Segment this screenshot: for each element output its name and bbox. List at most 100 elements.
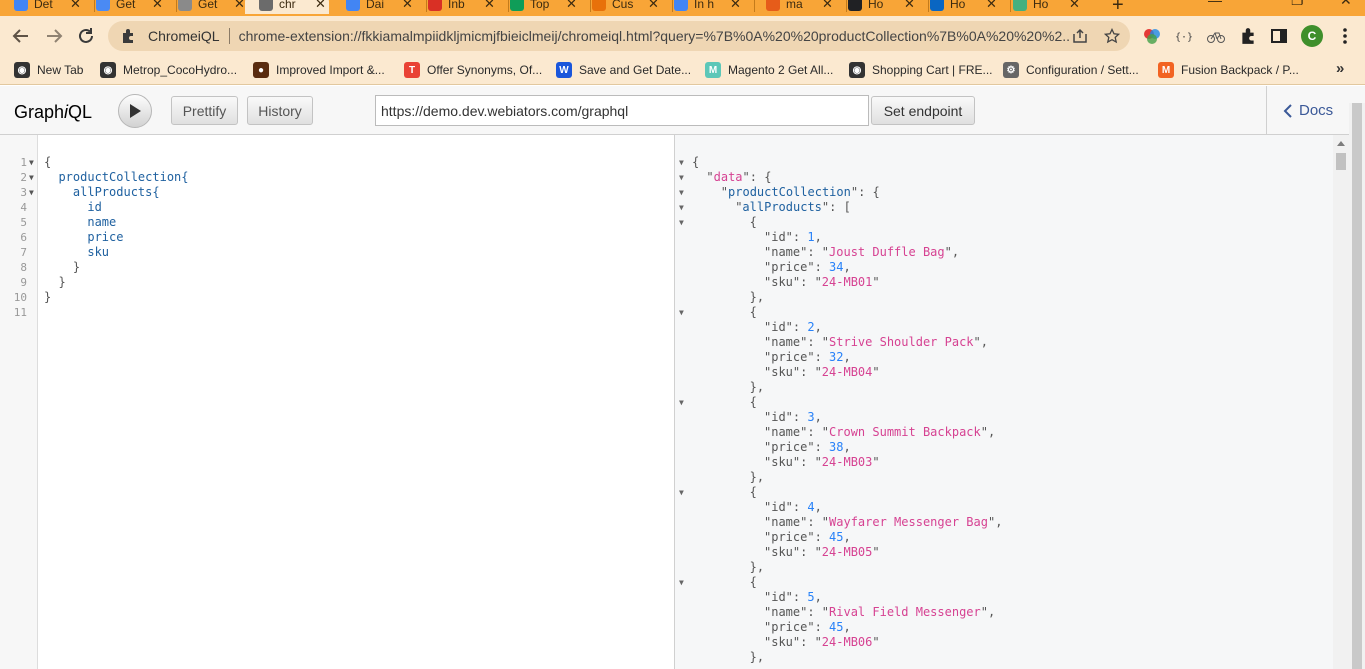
bookmark-item[interactable]: ◉ Metrop_CocoHydro... <box>100 61 237 79</box>
tab-close-icon[interactable]: ✕ <box>234 0 245 12</box>
browser-tab[interactable]: Ho ✕ <box>999 0 1083 14</box>
browser-tab[interactable]: ma ✕ <box>752 0 836 14</box>
restore-icon[interactable]: ❐ <box>1291 0 1304 9</box>
fold-arrow-icon[interactable]: ▼ <box>679 185 684 200</box>
bookmarks-bar: » ◉ New Tab ◉ Metrop_CocoHydro... ● Improved … <box>0 56 1365 85</box>
tab-favicon-icon <box>259 0 273 11</box>
bookmark-item[interactable]: ● Improved Import &... <box>253 61 385 79</box>
endpoint-input[interactable] <box>375 95 869 126</box>
bookmark-label: Magento 2 Get All... <box>728 63 834 77</box>
browser-tab[interactable]: Ho ✕ <box>916 0 1000 14</box>
bookmark-item[interactable]: ⚙ Configuration / Sett... <box>1003 61 1139 79</box>
bookmark-item[interactable]: ◉ New Tab <box>14 61 83 79</box>
bookmark-item[interactable]: ◉ Shopping Cart | FRE... <box>849 61 993 79</box>
result-line: "allProducts": [ <box>735 200 851 215</box>
scroll-up-icon[interactable] <box>1337 141 1345 146</box>
extensions-puzzle-icon[interactable] <box>1239 27 1257 45</box>
bookmark-star-icon[interactable] <box>1104 28 1120 44</box>
fold-arrow-icon[interactable]: ▼ <box>679 305 684 320</box>
bookmark-favicon-icon: ⚙ <box>1003 62 1019 78</box>
json-viewer-extension-icon[interactable]: {·} <box>1175 27 1193 45</box>
prettify-button[interactable]: Prettify <box>171 96 238 125</box>
bookmark-item[interactable]: T Offer Synonyms, Of... <box>404 61 542 79</box>
bookmark-label: Shopping Cart | FRE... <box>872 63 993 77</box>
json-punct: "price": <box>764 260 830 274</box>
json-punct: "id": <box>764 230 808 244</box>
bookmark-item[interactable]: M Fusion Backpack / P... <box>1158 61 1299 79</box>
tab-close-icon[interactable]: ✕ <box>822 0 833 12</box>
result-line: { <box>750 395 757 410</box>
browser-tab[interactable]: Get ✕ <box>82 0 166 14</box>
tab-close-icon[interactable]: ✕ <box>70 0 81 12</box>
profile-avatar[interactable]: C <box>1301 25 1323 47</box>
fold-arrow-icon[interactable]: ▼ <box>679 485 684 500</box>
history-button[interactable]: History <box>247 96 313 125</box>
fold-arrow-icon[interactable]: ▼ <box>679 170 684 185</box>
result-scroll-thumb[interactable] <box>1336 153 1346 170</box>
tab-close-icon[interactable]: ✕ <box>904 0 915 12</box>
fold-arrow-icon[interactable]: ▼ <box>29 155 34 170</box>
fold-arrow-icon[interactable]: ▼ <box>679 395 684 410</box>
result-line: "price": 38, <box>764 440 851 455</box>
bike-extension-icon[interactable] <box>1207 27 1225 45</box>
browser-tab[interactable]: Ho ✕ <box>834 0 918 14</box>
tab-title: Get <box>116 0 136 11</box>
forward-button[interactable] <box>42 24 66 48</box>
fold-arrow-icon[interactable]: ▼ <box>679 155 684 170</box>
result-line: "name": "Wayfarer Messenger Bag", <box>764 515 1002 530</box>
tab-close-icon[interactable]: ✕ <box>986 0 997 12</box>
query-line: productCollection{ <box>44 170 189 184</box>
tab-close-icon[interactable]: ✕ <box>648 0 659 12</box>
browser-tab[interactable]: chr ✕ <box>245 0 329 14</box>
query-editor[interactable]: 1 ▼{2 ▼ productCollection{3 ▼ allProducts{4… <box>0 135 675 669</box>
result-line: { <box>692 155 699 170</box>
close-window-icon[interactable]: ✕ <box>1340 0 1352 9</box>
browser-tab[interactable]: Get ✕ <box>164 0 248 14</box>
bookmark-item[interactable]: M Magento 2 Get All... <box>705 61 833 79</box>
minimize-icon[interactable]: — <box>1208 0 1222 8</box>
json-key: data <box>713 170 743 184</box>
browser-tab[interactable]: Dai ✕ <box>332 0 416 14</box>
address-bar[interactable]: ChromeiQL chrome-extension://fkkiamalmpi… <box>108 21 1130 51</box>
browser-tab[interactable]: Top ✕ <box>496 0 580 14</box>
tab-close-icon[interactable]: ✕ <box>152 0 163 12</box>
json-string: Strive Shoulder Pack <box>829 335 974 349</box>
back-button[interactable] <box>9 24 33 48</box>
tab-title: Ho <box>1033 0 1049 11</box>
tab-close-icon[interactable]: ✕ <box>484 0 495 12</box>
set-endpoint-button[interactable]: Set endpoint <box>871 96 975 125</box>
fold-arrow-icon[interactable]: ▼ <box>29 170 34 185</box>
fold-arrow-icon[interactable]: ▼ <box>679 575 684 590</box>
side-panel-icon[interactable] <box>1270 27 1288 45</box>
browser-tab[interactable]: Inb ✕ <box>414 0 498 14</box>
bookmark-item[interactable]: W Save and Get Date... <box>556 61 691 79</box>
json-punct: }, <box>749 560 765 574</box>
fold-arrow-icon[interactable]: ▼ <box>679 215 684 230</box>
result-line: { <box>750 305 757 320</box>
result-scrollbar[interactable] <box>1333 135 1349 669</box>
tab-favicon-icon <box>346 0 360 11</box>
browser-tab[interactable]: Det ✕ <box>0 0 84 14</box>
page-scrollbar[interactable] <box>1349 103 1365 669</box>
more-bookmarks-icon[interactable]: » <box>1336 60 1344 77</box>
result-line: }, <box>750 560 764 575</box>
share-icon[interactable] <box>1072 28 1088 44</box>
reload-button[interactable] <box>74 24 98 48</box>
tab-close-icon[interactable]: ✕ <box>730 0 741 12</box>
json-number: 32 <box>829 350 844 364</box>
menu-kebab-icon[interactable] <box>1336 27 1354 45</box>
page-scroll-thumb[interactable] <box>1352 103 1362 669</box>
browser-tab[interactable]: In h ✕ <box>660 0 744 14</box>
color-picker-extension-icon[interactable] <box>1143 27 1161 45</box>
url-text[interactable]: chrome-extension://fkkiamalmpiidkljmicmj… <box>239 28 1071 44</box>
execute-query-button[interactable] <box>118 94 152 128</box>
tab-close-icon[interactable]: ✕ <box>315 0 326 12</box>
new-tab-button[interactable]: + <box>1112 0 1124 16</box>
tab-close-icon[interactable]: ✕ <box>402 0 413 12</box>
fold-arrow-icon[interactable]: ▼ <box>679 200 684 215</box>
tab-close-icon[interactable]: ✕ <box>1069 0 1080 12</box>
browser-tab[interactable]: Cus ✕ <box>578 0 662 14</box>
tab-close-icon[interactable]: ✕ <box>566 0 577 12</box>
fold-arrow-icon[interactable]: ▼ <box>29 185 34 200</box>
json-punct: ", <box>987 515 1003 529</box>
